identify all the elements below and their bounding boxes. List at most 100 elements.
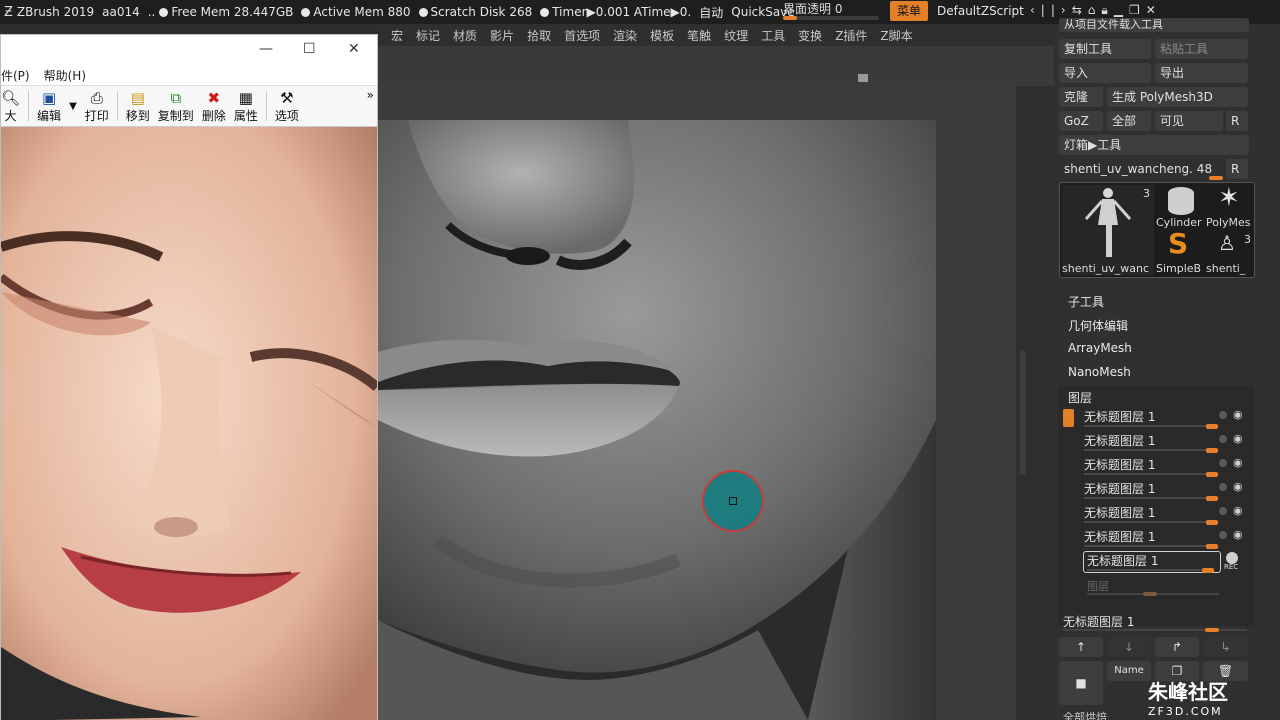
- viewer-maximize-icon[interactable]: ☐: [303, 41, 316, 57]
- menu-item-texture[interactable]: 纹理: [724, 27, 748, 44]
- layout-switch-icon[interactable]: ⇆: [1072, 3, 1088, 17]
- layer-row[interactable]: 无标题图层 1: [1084, 504, 1220, 525]
- close-icon[interactable]: ✕: [1146, 3, 1162, 17]
- bake-all-button[interactable]: 全部烘焙: [1063, 709, 1107, 720]
- menu-item-zscript[interactable]: Z脚本: [880, 27, 912, 44]
- restore-icon[interactable]: ❐: [1129, 3, 1146, 17]
- layer-merge-button[interactable]: ↳: [1203, 637, 1248, 657]
- layer-strength-slider[interactable]: [1084, 473, 1216, 475]
- layers-header[interactable]: 图层: [1068, 389, 1092, 406]
- layer-row[interactable]: 无标题图层 1: [1084, 432, 1220, 453]
- layer-strength-knob[interactable]: [1202, 568, 1214, 573]
- menu-button[interactable]: 菜单: [890, 1, 928, 21]
- layer-strength-knob[interactable]: [1206, 424, 1218, 429]
- paste-tool-button[interactable]: 粘贴工具: [1155, 39, 1248, 59]
- layer-strength-slider[interactable]: [1084, 521, 1216, 523]
- eye-icon[interactable]: ◉: [1233, 456, 1243, 469]
- sculpt-canvas[interactable]: [378, 120, 936, 720]
- layer-slider-knob[interactable]: [1143, 592, 1157, 596]
- menu-item-zplugin[interactable]: Z插件: [835, 27, 867, 44]
- current-tool-knob[interactable]: [1209, 176, 1223, 180]
- section-subtool[interactable]: 子工具: [1068, 293, 1104, 310]
- lightbox-tool-button[interactable]: 灯箱▶工具: [1059, 135, 1249, 155]
- layer-record-dot-icon[interactable]: [1219, 435, 1227, 443]
- menu-item-marker[interactable]: 标记: [416, 27, 440, 44]
- thumb-simplebrush[interactable]: S SimpleB: [1156, 227, 1204, 275]
- edit-dropdown-chevron-down-icon[interactable]: ▼: [69, 101, 77, 112]
- layer-row[interactable]: 无标题图层 1: [1084, 528, 1220, 549]
- layer-strength-slider[interactable]: [1084, 545, 1216, 547]
- layer-record-dot-icon[interactable]: [1219, 483, 1227, 491]
- viewer-delete-button[interactable]: ✖ 删除: [202, 89, 226, 124]
- menu-item-stroke[interactable]: 笔触: [687, 27, 711, 44]
- eye-icon[interactable]: ◉: [1233, 480, 1243, 493]
- viewer-properties-button[interactable]: ▦ 属性: [234, 89, 258, 124]
- tray-scroll-handle[interactable]: [1020, 350, 1026, 475]
- layer-record-indicator[interactable]: [1063, 409, 1074, 427]
- goz-r-button[interactable]: R: [1226, 111, 1248, 131]
- thumb-shenti-small[interactable]: ♙ 3 shenti_: [1206, 231, 1254, 275]
- layer-record-dot-icon[interactable]: [1219, 531, 1227, 539]
- layer-row[interactable]: 无标题图层 1: [1084, 456, 1220, 477]
- menu-item-stencil[interactable]: 模板: [650, 27, 674, 44]
- eye-icon[interactable]: ◉: [1233, 432, 1243, 445]
- menu-item-material[interactable]: 材质: [453, 27, 477, 44]
- default-zscript-button[interactable]: DefaultZScript: [937, 4, 1024, 18]
- section-nanomesh[interactable]: NanoMesh: [1068, 365, 1131, 379]
- viewer-move-button[interactable]: ▤ 移到: [126, 89, 150, 124]
- shelf-scroll-handle[interactable]: [858, 74, 868, 82]
- minimize-icon[interactable]: ▁: [1114, 3, 1129, 17]
- thumb-shenti[interactable]: 3 shenti_uv_wanc: [1062, 185, 1154, 275]
- transparency-knob[interactable]: [783, 16, 797, 20]
- layer-strength-knob[interactable]: [1206, 472, 1218, 477]
- goz-button[interactable]: GoZ: [1059, 111, 1103, 131]
- viewer-menu-help[interactable]: 帮助(H): [44, 67, 86, 84]
- menu-item-transform[interactable]: 变换: [798, 27, 822, 44]
- thumb-cylinder[interactable]: Cylinder: [1156, 185, 1204, 229]
- document-viewport[interactable]: [378, 86, 1016, 720]
- layer-redo-button[interactable]: ↱: [1155, 637, 1199, 657]
- bottom-layer-slider[interactable]: [1063, 629, 1247, 631]
- viewer-options-button[interactable]: ⚒ 选项: [275, 89, 299, 124]
- layer-strength-slider[interactable]: [1084, 497, 1216, 499]
- make-polymesh-button[interactable]: 生成 PolyMesh3D: [1107, 87, 1248, 107]
- rename-layer-button[interactable]: Name: [1107, 661, 1151, 681]
- section-geometry[interactable]: 几何体编辑: [1068, 317, 1128, 334]
- layer-strength-slider[interactable]: [1084, 449, 1216, 451]
- layer-down-button[interactable]: ↓: [1107, 637, 1151, 657]
- save-layout-icon[interactable]: ⌂: [1088, 3, 1102, 17]
- eye-icon[interactable]: ◉: [1233, 528, 1243, 541]
- layer-row[interactable]: 无标题图层 1: [1084, 480, 1220, 501]
- section-arraymesh[interactable]: ArrayMesh: [1068, 341, 1132, 355]
- eye-icon[interactable]: ◉: [1233, 408, 1243, 421]
- layer-row[interactable]: 无标题图层 1: [1084, 408, 1220, 429]
- eye-icon[interactable]: ◉: [1233, 504, 1243, 517]
- viewer-edit-button[interactable]: ▣ 编辑: [37, 89, 61, 124]
- layout-icon[interactable]: ‹||›: [1030, 3, 1072, 17]
- viewer-close-icon[interactable]: ✕: [348, 41, 360, 57]
- tool-r-button[interactable]: R: [1226, 159, 1248, 179]
- menu-item-preferences[interactable]: 首选项: [564, 27, 600, 44]
- new-layer-button[interactable]: ■: [1059, 661, 1103, 705]
- menu-item-tool[interactable]: 工具: [761, 27, 785, 44]
- toolbar-more-chevron-icon[interactable]: »: [367, 88, 374, 102]
- goz-visible-button[interactable]: 可见: [1155, 111, 1223, 131]
- layer-strength-knob[interactable]: [1206, 520, 1218, 525]
- viewer-copy-button[interactable]: ⧉ 复制到: [158, 89, 194, 124]
- import-button[interactable]: 导入: [1059, 63, 1151, 83]
- load-tool-from-project-button[interactable]: 从项目文件载入工具: [1059, 18, 1249, 32]
- layer-strength-knob[interactable]: [1206, 448, 1218, 453]
- interface-transparency-slider[interactable]: 界面透明 0: [783, 0, 879, 20]
- bottom-layer-name[interactable]: 无标题图层 1: [1063, 613, 1134, 630]
- viewer-print-button[interactable]: ⎙ 打印: [85, 89, 109, 124]
- viewer-minimize-icon[interactable]: —: [259, 41, 273, 57]
- menu-item-macro[interactable]: 宏: [391, 27, 403, 44]
- current-tool-slider[interactable]: shenti_uv_wancheng. 48: [1059, 159, 1223, 179]
- clone-button[interactable]: 克隆: [1059, 87, 1103, 107]
- layer-strength-slider[interactable]: [1087, 569, 1213, 571]
- auto-label[interactable]: 自动: [699, 4, 723, 21]
- layer-record-dot-icon[interactable]: [1219, 459, 1227, 467]
- layer-row-selected[interactable]: 无标题图层 1: [1083, 551, 1221, 573]
- viewer-zoom-button[interactable]: 🔍︎ 大: [1, 89, 20, 124]
- layer-up-button[interactable]: ↑: [1059, 637, 1103, 657]
